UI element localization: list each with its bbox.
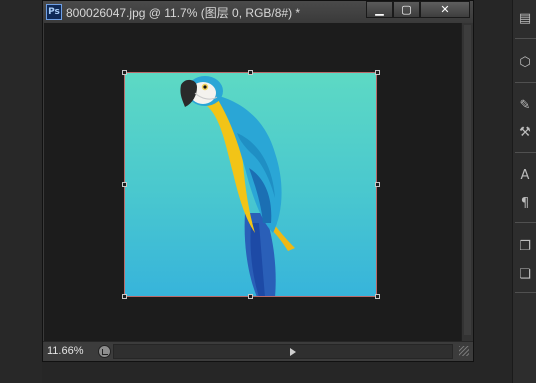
close-button[interactable]: ✕ bbox=[420, 1, 470, 18]
photoshop-icon: Ps bbox=[46, 4, 62, 20]
document-title: 800026047.jpg @ 11.7% (图层 0, RGB/8#) * bbox=[66, 6, 301, 20]
layers-icon[interactable]: ❐ bbox=[513, 236, 536, 258]
canvas-image[interactable] bbox=[124, 72, 377, 297]
status-info-icon[interactable] bbox=[98, 345, 111, 358]
document-window: Ps 800026047.jpg @ 11.7% (图层 0, RGB/8#) … bbox=[42, 0, 474, 362]
scroll-thumb[interactable] bbox=[464, 25, 471, 335]
panel-divider bbox=[515, 222, 536, 223]
transform-handle[interactable] bbox=[375, 294, 380, 299]
brush-preset-icon[interactable]: ✎ bbox=[513, 95, 536, 117]
transform-handle[interactable] bbox=[375, 70, 380, 75]
zoom-level[interactable]: 11.66% bbox=[47, 345, 84, 357]
panel-divider bbox=[515, 82, 536, 83]
channels-icon[interactable]: ❏ bbox=[513, 264, 536, 286]
character-icon[interactable]: A bbox=[513, 165, 536, 187]
3d-cube-icon[interactable]: ⬡ bbox=[513, 52, 536, 74]
transform-handle[interactable] bbox=[122, 70, 127, 75]
panel-divider bbox=[515, 292, 536, 293]
transform-handle[interactable] bbox=[248, 294, 253, 299]
vertical-scrollbar[interactable] bbox=[461, 23, 473, 341]
panel-divider bbox=[515, 152, 536, 153]
scroll-right-arrow-icon[interactable] bbox=[290, 348, 296, 356]
panel-divider bbox=[515, 38, 536, 39]
maximize-button[interactable]: ▢ bbox=[393, 1, 420, 18]
transform-handle[interactable] bbox=[122, 294, 127, 299]
paragraph-icon[interactable]: ¶ bbox=[513, 193, 536, 215]
horizontal-scrollbar[interactable] bbox=[113, 344, 453, 359]
workspace-background bbox=[0, 0, 42, 383]
parrot-illustration bbox=[180, 76, 295, 296]
canvas-area[interactable] bbox=[44, 23, 461, 341]
document-title-bar[interactable]: Ps 800026047.jpg @ 11.7% (图层 0, RGB/8#) … bbox=[43, 1, 473, 23]
transform-handle[interactable] bbox=[248, 70, 253, 75]
transform-handle[interactable] bbox=[375, 182, 380, 187]
minimize-button[interactable]: ▁ bbox=[366, 1, 393, 18]
transform-handle[interactable] bbox=[122, 182, 127, 187]
history-icon[interactable]: ▤ bbox=[513, 8, 536, 30]
status-bar: 11.66% bbox=[43, 341, 473, 361]
resize-grip-icon[interactable] bbox=[459, 346, 469, 356]
clone-source-icon[interactable]: ⚒ bbox=[513, 122, 536, 144]
panel-dock: ▤ ⬡ ✎ ⚒ A ¶ ❐ ❏ bbox=[512, 0, 536, 383]
